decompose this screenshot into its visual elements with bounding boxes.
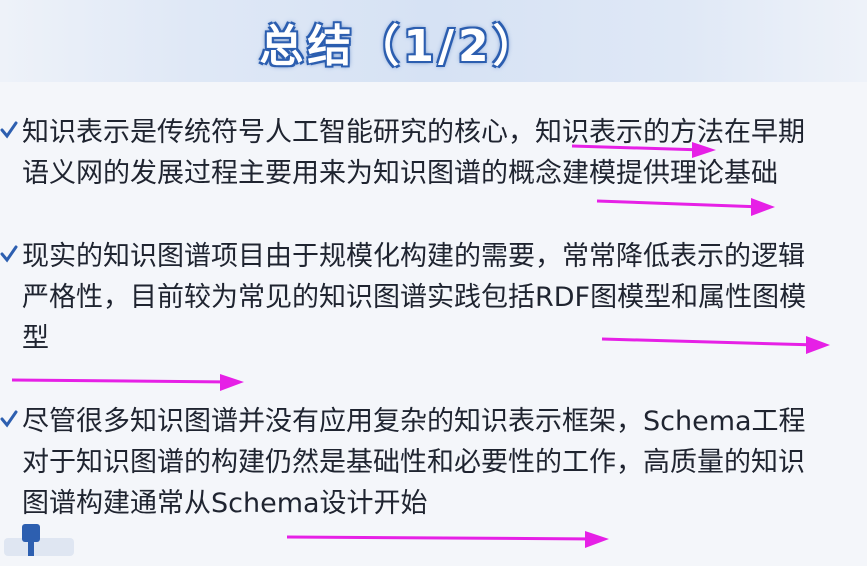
title-banner: 总结（1/2）	[0, 0, 867, 82]
slide-title: 总结（1/2）	[259, 21, 541, 72]
pen-check-icon	[0, 410, 18, 428]
annotation-arrow	[286, 531, 609, 548]
pen-check-icon	[0, 121, 18, 139]
bullet-item: 知识表示是传统符号人工智能研究的核心，知识表示的方法在早期语义网的发展过程主要用…	[0, 112, 867, 194]
mascot-decoration	[4, 524, 74, 556]
annotation-arrow	[11, 374, 244, 391]
annotation-arrow	[571, 142, 716, 158]
bullet-text: 尽管很多知识图谱并没有应用复杂的知识表示框架，Schema工程对于知识图谱的构建…	[22, 406, 806, 519]
pen-check-icon	[0, 245, 18, 263]
bullet-item: 尽管很多知识图谱并没有应用复杂的知识表示框架，Schema工程对于知识图谱的构建…	[0, 401, 867, 524]
annotation-arrow	[601, 336, 830, 354]
annotation-arrow	[596, 198, 775, 216]
